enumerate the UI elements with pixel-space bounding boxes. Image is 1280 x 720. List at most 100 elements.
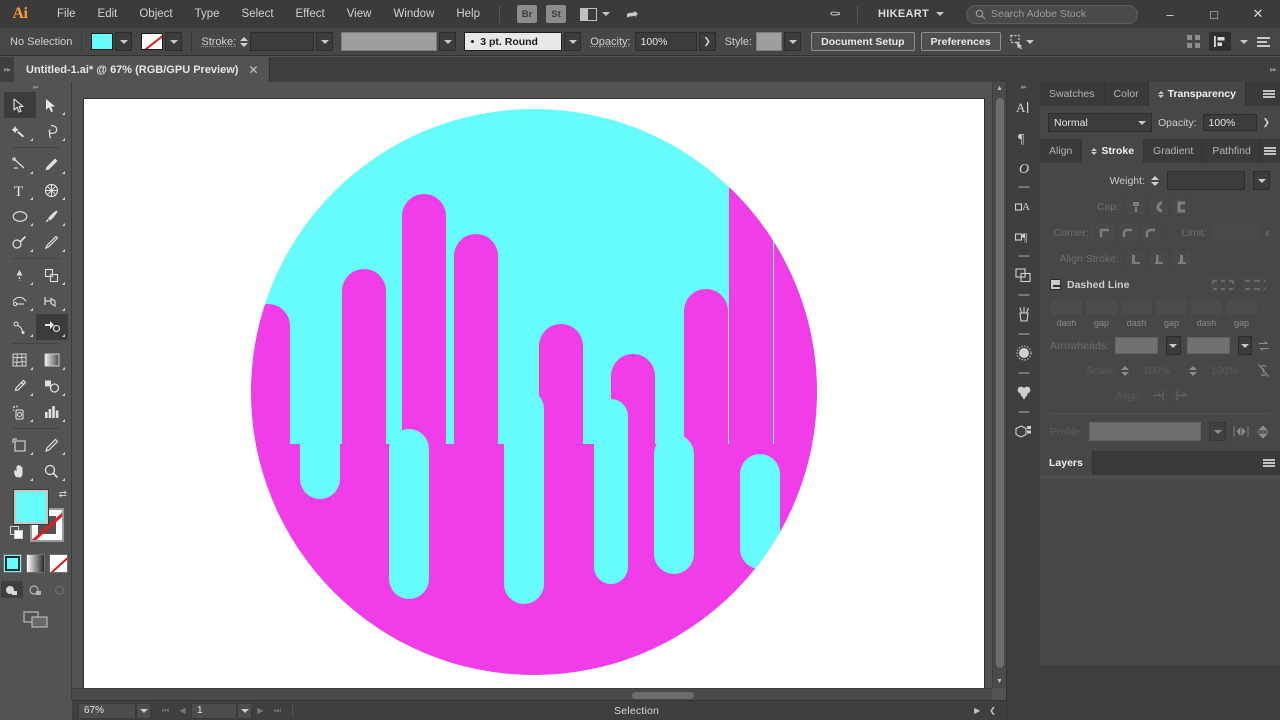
arrowhead-start-select[interactable] bbox=[1114, 337, 1159, 354]
none-button[interactable] bbox=[49, 554, 68, 573]
scale-tool[interactable] bbox=[36, 262, 68, 288]
fill-color-swatch[interactable] bbox=[91, 33, 114, 50]
shape-builder-tool[interactable] bbox=[36, 177, 68, 203]
tab-stroke[interactable]: Stroke bbox=[1082, 139, 1145, 163]
align-outside-stroke-button[interactable] bbox=[1171, 249, 1192, 268]
chevron-down-icon[interactable] bbox=[1240, 39, 1248, 44]
curvature-tool[interactable] bbox=[36, 151, 68, 177]
paragraph-icon[interactable]: ¶ bbox=[1009, 122, 1039, 152]
tab-color[interactable]: Color bbox=[1104, 82, 1149, 106]
gap-field-1[interactable]: gap bbox=[1085, 299, 1118, 328]
select-similar-icon[interactable] bbox=[1010, 34, 1026, 49]
flip-along-icon[interactable] bbox=[1232, 425, 1250, 438]
pen-tool[interactable] bbox=[4, 151, 36, 177]
align-center-stroke-button[interactable] bbox=[1125, 249, 1146, 268]
libraries-icon[interactable] bbox=[1009, 416, 1039, 446]
dash-adjust-button[interactable] bbox=[1240, 275, 1270, 294]
miter-join-button[interactable] bbox=[1094, 223, 1116, 242]
brush-dropdown[interactable] bbox=[564, 32, 582, 51]
transparency-opacity-input[interactable]: 100% bbox=[1202, 114, 1257, 131]
arrowhead-end-select[interactable] bbox=[1186, 337, 1231, 354]
opacity-input[interactable]: 100% bbox=[634, 32, 697, 51]
blend-tool[interactable] bbox=[36, 373, 68, 399]
character-styles-icon[interactable]: A bbox=[1009, 191, 1039, 221]
fill-color-control[interactable] bbox=[13, 489, 49, 525]
limit-input[interactable] bbox=[1212, 224, 1259, 241]
last-artboard-button[interactable]: ⏭ bbox=[269, 703, 286, 719]
scale-input-1[interactable]: 100% bbox=[1137, 362, 1183, 379]
align-panel-button[interactable] bbox=[1209, 32, 1231, 51]
butt-cap-button[interactable] bbox=[1125, 197, 1146, 216]
menu-file[interactable]: File bbox=[46, 0, 87, 28]
status-collapse-icon[interactable]: ❮ bbox=[989, 706, 996, 715]
stock-button[interactable]: St bbox=[546, 5, 566, 23]
gap-field-3[interactable]: gap bbox=[1225, 299, 1258, 328]
dash-field-3[interactable]: dash bbox=[1190, 299, 1223, 328]
width-profile-select[interactable] bbox=[1088, 422, 1201, 441]
maximize-button[interactable]: □ bbox=[1192, 0, 1236, 28]
artboard-tool[interactable] bbox=[4, 432, 36, 458]
minimize-button[interactable]: – bbox=[1148, 0, 1192, 28]
vertical-scroll-thumb[interactable] bbox=[996, 98, 1004, 668]
pencil-tool[interactable] bbox=[36, 229, 68, 255]
round-join-button[interactable] bbox=[1117, 223, 1139, 242]
draw-inside-icon[interactable] bbox=[49, 581, 71, 598]
tab-layers[interactable]: Layers bbox=[1040, 451, 1093, 475]
direct-selection-tool[interactable] bbox=[36, 92, 68, 118]
scale-input-2[interactable]: 100% bbox=[1205, 362, 1251, 379]
scale-stepper-2[interactable] bbox=[1189, 365, 1198, 376]
document-setup-button[interactable]: Document Setup bbox=[811, 32, 915, 51]
gradient-button[interactable] bbox=[26, 554, 45, 573]
stroke-panel-menu[interactable] bbox=[1261, 139, 1280, 163]
link-scales-icon[interactable] bbox=[1257, 363, 1270, 378]
variable-width-profile[interactable] bbox=[341, 32, 438, 51]
selection-tool[interactable] bbox=[3, 92, 36, 118]
tab-align[interactable]: Align bbox=[1040, 139, 1083, 163]
menu-type[interactable]: Type bbox=[184, 0, 231, 28]
dash-field-1[interactable]: dash bbox=[1050, 299, 1083, 328]
lasso-tool[interactable] bbox=[36, 118, 68, 144]
tab-pathfinder[interactable]: Pathfind bbox=[1203, 139, 1261, 163]
canvas-horizontal-scrollbar[interactable] bbox=[72, 688, 992, 700]
symbol-sprayer-tool[interactable] bbox=[4, 399, 36, 425]
weight-dropdown[interactable] bbox=[1253, 171, 1270, 190]
layers-panel-body[interactable] bbox=[1040, 479, 1280, 665]
menu-view[interactable]: View bbox=[336, 0, 383, 28]
symbols-icon[interactable] bbox=[1009, 338, 1039, 368]
column-graph-tool[interactable] bbox=[36, 399, 68, 425]
fill-dropdown-button[interactable] bbox=[115, 32, 133, 51]
color-button[interactable] bbox=[3, 554, 22, 573]
artboards-icon[interactable] bbox=[1009, 260, 1039, 290]
workspace-switcher[interactable]: HIKEART bbox=[866, 8, 956, 20]
tab-gradient[interactable]: Gradient bbox=[1144, 139, 1204, 163]
paragraph-styles-icon[interactable]: ¶ bbox=[1009, 221, 1039, 251]
opacity-expand-button[interactable]: ❯ bbox=[698, 32, 716, 51]
stroke-weight-dropdown[interactable] bbox=[316, 32, 334, 51]
draw-behind-icon[interactable] bbox=[25, 581, 47, 598]
dash-preserve-exact-button[interactable] bbox=[1208, 275, 1238, 294]
type-tool[interactable]: T bbox=[4, 177, 36, 203]
blend-mode-select[interactable]: Normal bbox=[1048, 113, 1152, 132]
profile-dropdown[interactable] bbox=[1209, 422, 1226, 441]
align-arrow-start-button[interactable] bbox=[1148, 386, 1169, 405]
hand-tool[interactable] bbox=[4, 458, 36, 484]
stock-search-input[interactable]: Search Adobe Stock bbox=[966, 4, 1138, 24]
shaper-tool[interactable] bbox=[4, 229, 36, 255]
close-button[interactable]: ✕ bbox=[1236, 0, 1280, 28]
preferences-button[interactable]: Preferences bbox=[920, 32, 1001, 51]
document-tab[interactable]: Untitled-1.ai* @ 67% (RGB/GPU Preview) ✕ bbox=[14, 57, 270, 82]
close-icon[interactable]: ✕ bbox=[248, 63, 258, 77]
dashed-line-checkbox[interactable] bbox=[1050, 279, 1061, 290]
transparency-panel-menu[interactable] bbox=[1258, 82, 1280, 106]
stroke-weight-input[interactable] bbox=[250, 32, 315, 51]
menu-select[interactable]: Select bbox=[231, 0, 285, 28]
free-transform-tool[interactable] bbox=[36, 288, 68, 314]
stroke-weight-label[interactable]: Stroke: bbox=[201, 36, 236, 48]
slice-tool[interactable] bbox=[36, 432, 68, 458]
eyedropper-tool[interactable] bbox=[4, 373, 36, 399]
menu-edit[interactable]: Edit bbox=[87, 0, 129, 28]
stroke-dropdown-button[interactable] bbox=[165, 32, 183, 51]
magic-wand-tool[interactable] bbox=[4, 118, 36, 144]
artwork-drip-circle[interactable] bbox=[84, 99, 984, 694]
brush-definition-select[interactable]: 3 pt. Round bbox=[464, 32, 563, 51]
